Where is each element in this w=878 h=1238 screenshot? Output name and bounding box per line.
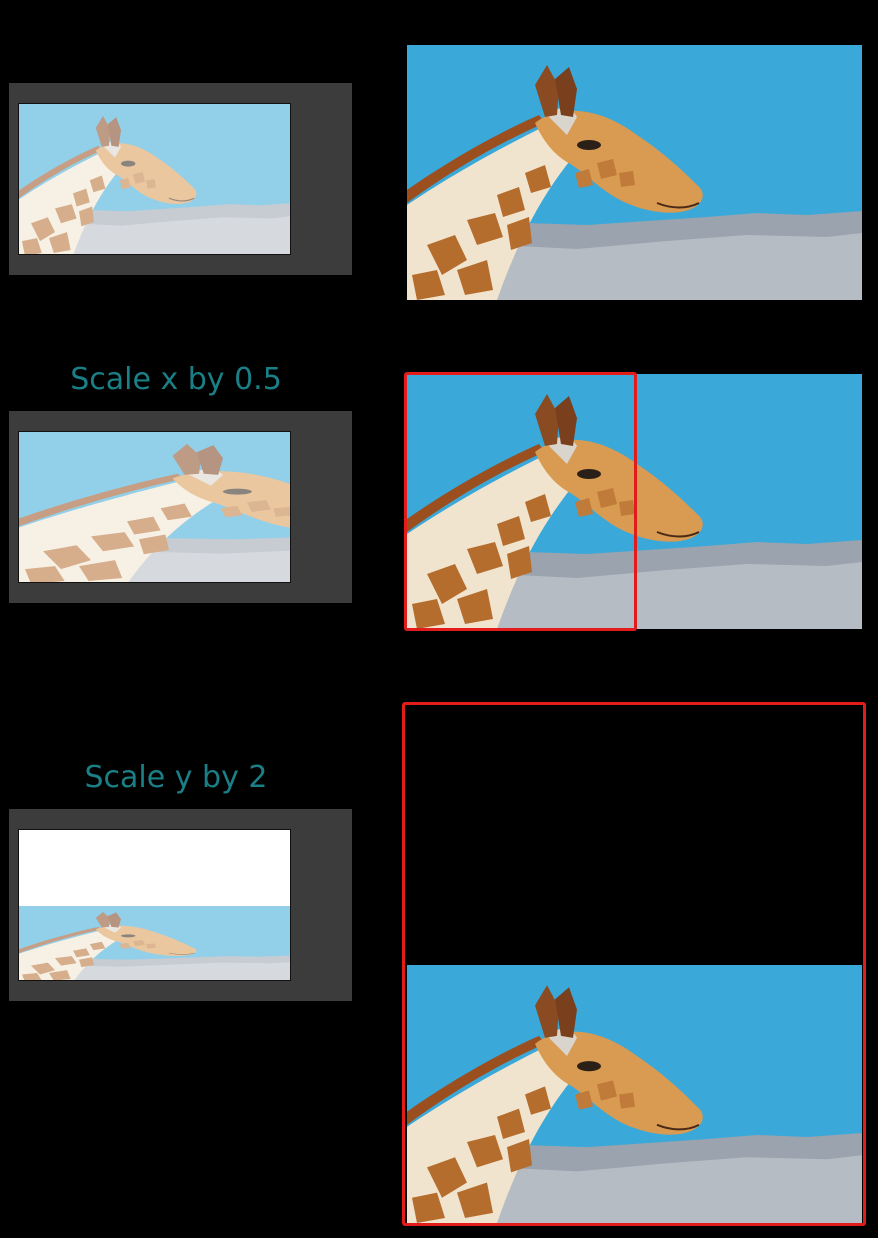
row-2-highlight-frame — [404, 372, 637, 631]
giraffe-image — [19, 104, 290, 254]
giraffe-image — [407, 45, 862, 300]
row-3-label: Scale y by 2 — [84, 760, 268, 795]
row-3-thumbnail — [18, 829, 291, 981]
row-1-output-image — [407, 45, 862, 300]
row-3-highlight-frame — [402, 702, 866, 1226]
row-1-thumbnail — [18, 103, 291, 255]
row-2-thumbnail — [18, 431, 291, 583]
giraffe-image — [19, 432, 290, 582]
row-2-label: Scale x by 0.5 — [70, 362, 282, 397]
giraffe-image — [19, 906, 290, 980]
